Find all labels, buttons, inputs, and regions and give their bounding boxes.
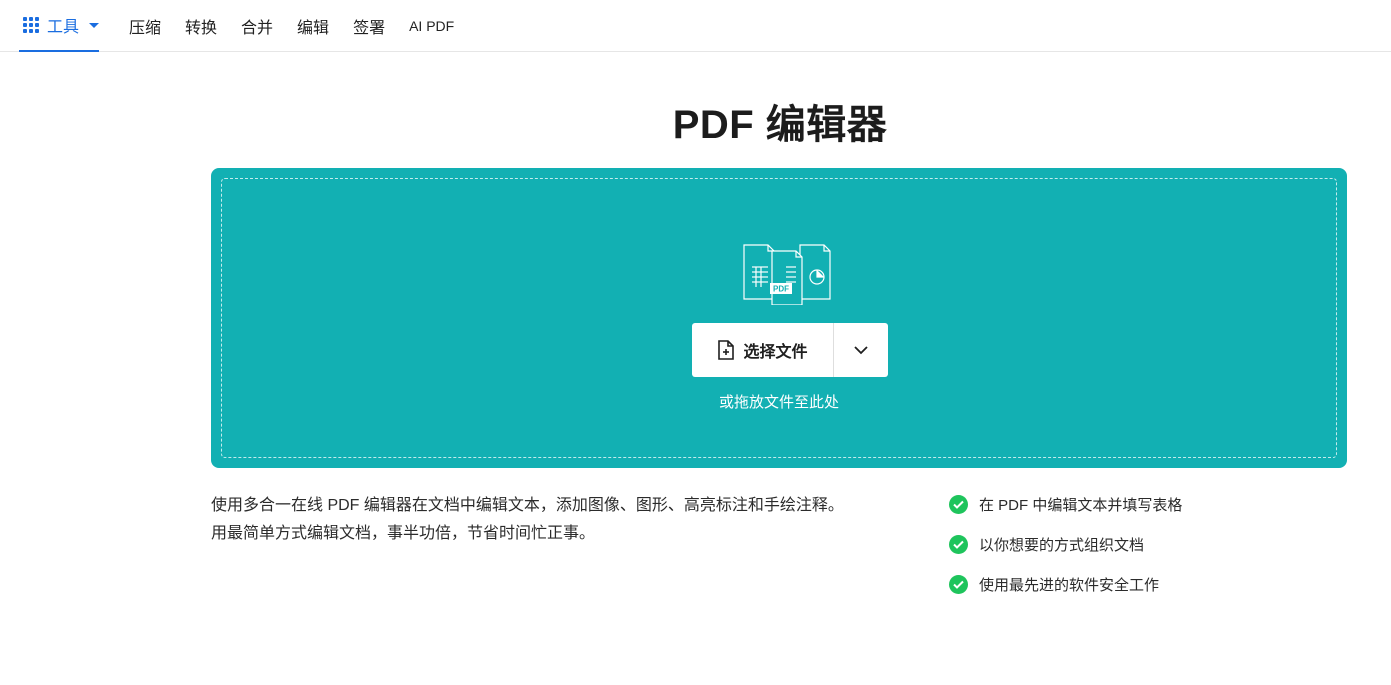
nav-item-merge[interactable]: 合并 (241, 14, 273, 38)
tool-description: 使用多合一在线 PDF 编辑器在文档中编辑文本，添加图像、图形、高亮标注和手绘注… (211, 497, 844, 542)
feature-text: 在 PDF 中编辑文本并填写表格 (979, 496, 1183, 514)
add-file-icon (718, 340, 735, 360)
feature-item: 使用最先进的软件安全工作 (949, 572, 1349, 596)
file-dropzone[interactable]: PDF 选择文件 或拖放文件至此处 (211, 168, 1347, 468)
tools-menu-label: 工具 (47, 19, 80, 36)
check-circle-icon (949, 534, 968, 554)
select-file-button-group: 选择文件 (692, 323, 888, 377)
select-file-label: 选择文件 (743, 344, 808, 361)
feature-item: 以你想要的方式组织文档 (949, 532, 1349, 556)
caret-down-icon (89, 22, 99, 28)
nav-item-compress[interactable]: 压缩 (129, 14, 161, 38)
feature-text: 使用最先进的软件安全工作 (979, 576, 1160, 594)
grid-icon (23, 17, 39, 33)
nav-item-convert[interactable]: 转换 (185, 14, 217, 38)
pdf-badge: PDF (773, 285, 789, 294)
top-navigation: 工具 压缩 转换 合并 编辑 签署 AI PDF (0, 0, 1391, 52)
chevron-down-icon (854, 345, 868, 354)
nav-item-sign[interactable]: 签署 (353, 14, 385, 38)
upload-source-dropdown[interactable] (834, 323, 888, 377)
page-title: PDF 编辑器 (672, 103, 888, 147)
feature-text: 以你想要的方式组织文档 (979, 536, 1145, 554)
drop-hint: 或拖放文件至此处 (718, 394, 839, 411)
tools-menu-button[interactable]: 工具 (19, 0, 99, 52)
check-circle-icon (949, 494, 968, 514)
select-file-button[interactable]: 选择文件 (692, 323, 834, 377)
nav-items: 压缩 转换 合并 编辑 签署 AI PDF (129, 0, 478, 52)
documents-icon: PDF (743, 244, 831, 305)
feature-item: 在 PDF 中编辑文本并填写表格 (949, 492, 1349, 516)
check-circle-icon (949, 574, 968, 594)
feature-list: 在 PDF 中编辑文本并填写表格 以你想要的方式组织文档 使用最先进的软件安全工… (949, 492, 1349, 612)
dropzone-border: PDF 选择文件 或拖放文件至此处 (221, 178, 1337, 458)
nav-item-edit[interactable]: 编辑 (297, 14, 329, 38)
nav-item-ai-pdf[interactable]: AI PDF (409, 18, 454, 34)
